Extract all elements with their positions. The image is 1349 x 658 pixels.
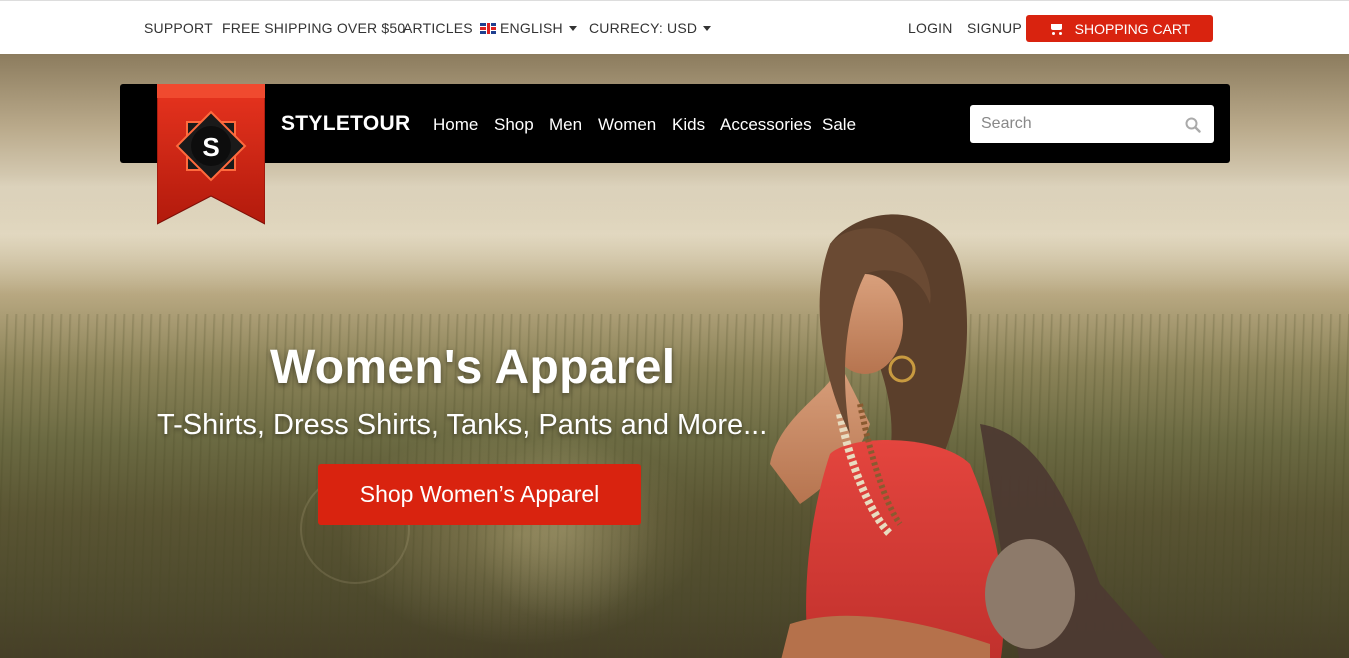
caret-down-icon bbox=[703, 26, 712, 31]
login-link[interactable]: LOGIN bbox=[908, 20, 953, 36]
nav-link-sale[interactable]: Sale bbox=[822, 115, 856, 135]
top-utility-bar: SUPPORT FREE SHIPPING OVER $50 ARTICLES … bbox=[0, 0, 1349, 54]
currency-dropdown[interactable]: CURRECY: USD bbox=[589, 20, 712, 36]
brand-name[interactable]: STYLETOUR bbox=[281, 112, 411, 136]
language-dropdown[interactable]: ENGLISH bbox=[480, 20, 577, 36]
search-input[interactable] bbox=[970, 105, 1180, 143]
logo-ribbon[interactable]: S bbox=[157, 84, 265, 226]
shopping-cart-button[interactable]: SHOPPING CART bbox=[1026, 15, 1213, 42]
shopping-cart-label: SHOPPING CART bbox=[1074, 20, 1191, 37]
nav-link-accessories[interactable]: Accessories bbox=[720, 115, 812, 135]
search-icon[interactable] bbox=[1185, 117, 1201, 133]
nav-link-shop[interactable]: Shop bbox=[494, 115, 534, 135]
nav-link-men[interactable]: Men bbox=[549, 115, 582, 135]
nav-link-women[interactable]: Women bbox=[598, 115, 656, 135]
signup-link[interactable]: SIGNUP bbox=[967, 20, 1022, 36]
caret-down-icon bbox=[568, 26, 577, 31]
articles-link[interactable]: ARTICLES bbox=[403, 20, 473, 36]
support-link[interactable]: SUPPORT bbox=[144, 20, 213, 36]
nav-link-kids[interactable]: Kids bbox=[672, 115, 705, 135]
shop-womens-apparel-button[interactable]: Shop Women’s Apparel bbox=[318, 464, 641, 525]
uk-flag-icon bbox=[480, 23, 496, 34]
free-shipping-link[interactable]: FREE SHIPPING OVER $50 bbox=[222, 20, 405, 36]
lens-flare bbox=[470, 434, 660, 624]
search-box bbox=[970, 105, 1214, 143]
logo-letter: S bbox=[202, 132, 219, 162]
hero-subtitle: T-Shirts, Dress Shirts, Tanks, Pants and… bbox=[157, 409, 768, 441]
hero-title: Women's Apparel bbox=[270, 341, 676, 394]
shopping-cart-icon bbox=[1049, 23, 1065, 35]
model-photo bbox=[770, 214, 1165, 658]
language-label: ENGLISH bbox=[500, 20, 563, 36]
nav-link-home[interactable]: Home bbox=[433, 115, 478, 135]
currency-label: CURRECY: USD bbox=[589, 20, 698, 36]
